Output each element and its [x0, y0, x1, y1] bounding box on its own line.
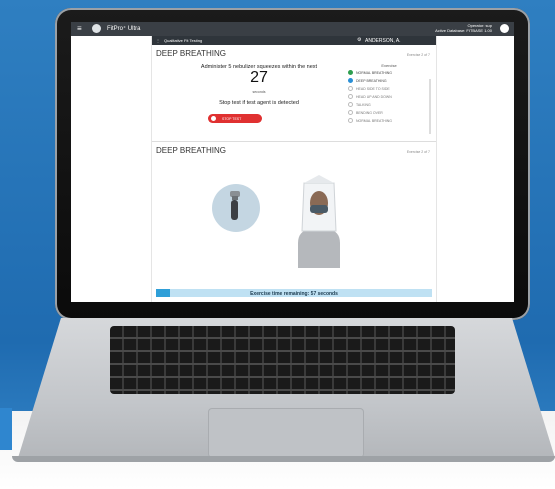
- panel-header: ⋮ Qualitative Fit Testing ⚙ ANDERSON, A.: [152, 36, 436, 45]
- panel-title: Qualitative Fit Testing: [164, 38, 203, 43]
- user-icon[interactable]: [500, 24, 509, 33]
- stop-test-button[interactable]: STOP TEST: [208, 114, 262, 123]
- app-title: FitPro⁺ Ultra: [107, 26, 141, 32]
- more-icon[interactable]: ⋮: [156, 38, 160, 43]
- pending-icon: [348, 102, 353, 107]
- stop-icon: [211, 115, 216, 121]
- exercise-counter: Exercise 2 of 7: [406, 53, 430, 57]
- exercise-item[interactable]: HEAD UP AND DOWN: [348, 93, 430, 101]
- pending-icon: [348, 94, 353, 99]
- logo-icon: [92, 24, 101, 33]
- exercise-label: NORMAL BREATHING: [356, 71, 392, 75]
- exercise-label: HEAD SIDE TO SIDE: [356, 87, 390, 91]
- exercise-scrollbar[interactable]: [429, 79, 431, 134]
- exercise-label: BENDING OVER: [356, 111, 383, 115]
- exercise-item[interactable]: BENDING OVER: [348, 109, 430, 117]
- app-topbar: ≡ FitPro⁺ Ultra Operator: sup Active Dat…: [71, 22, 514, 36]
- exercise-progress-bar: Exercise time remaining: 57 seconds: [156, 289, 432, 297]
- stop-test-label: STOP TEST: [222, 116, 242, 121]
- divider: [152, 141, 436, 142]
- gear-icon[interactable]: ⚙: [357, 37, 361, 43]
- exercise-label: HEAD UP AND DOWN: [356, 95, 392, 99]
- section-title-2: DEEP BREATHING: [156, 146, 226, 155]
- pending-icon: [348, 110, 353, 115]
- laptop-screen: ≡ FitPro⁺ Ultra Operator: sup Active Dat…: [71, 22, 514, 302]
- check-icon: [348, 70, 353, 75]
- background-accent: [0, 408, 12, 450]
- exercise-label: NORMAL BREATHING: [356, 119, 392, 123]
- countdown-unit: seconds: [252, 90, 266, 94]
- exercise-item[interactable]: NORMAL BREATHING: [348, 69, 430, 77]
- section-title: DEEP BREATHING: [156, 49, 226, 58]
- current-icon: [348, 78, 353, 83]
- exercise-list-heading: Exercise: [381, 63, 397, 68]
- exercise-item[interactable]: HEAD SIDE TO SIDE: [348, 85, 430, 93]
- exercise-item[interactable]: TALKING: [348, 101, 430, 109]
- progress-label: Exercise time remaining: 57 seconds: [250, 290, 338, 297]
- menu-icon[interactable]: ≡: [77, 24, 82, 33]
- keyboard-rows: [110, 326, 455, 394]
- hood-figure-icon: [298, 175, 340, 268]
- trackpad: [208, 408, 364, 458]
- operator-info: Operator: sup Active Database: FITBASE 1…: [435, 23, 492, 33]
- person-name: ANDERSON, A.: [365, 38, 401, 44]
- exercise-label: DEEP BREATHING: [356, 79, 387, 83]
- exercise-item[interactable]: DEEP BREATHING: [348, 77, 430, 85]
- exercise-item[interactable]: NORMAL BREATHING: [348, 117, 430, 125]
- nebulizer-icon: [230, 191, 240, 220]
- fit-test-panel: ⋮ Qualitative Fit Testing ⚙ ANDERSON, A.…: [151, 36, 437, 302]
- laptop-lip: [12, 456, 555, 462]
- database-line: Active Database: FITBASE 1.00: [435, 28, 492, 33]
- exercise-label: TALKING: [356, 103, 371, 107]
- pending-icon: [348, 86, 353, 91]
- countdown-value: 27: [250, 69, 268, 86]
- exercise-counter-2: Exercise 2 of 7: [406, 150, 430, 154]
- exercise-list: Exercise NORMAL BREATHING DEEP BREATHING…: [348, 63, 430, 125]
- stop-message: Stop test if test agent is detected: [219, 100, 299, 106]
- pending-icon: [348, 118, 353, 123]
